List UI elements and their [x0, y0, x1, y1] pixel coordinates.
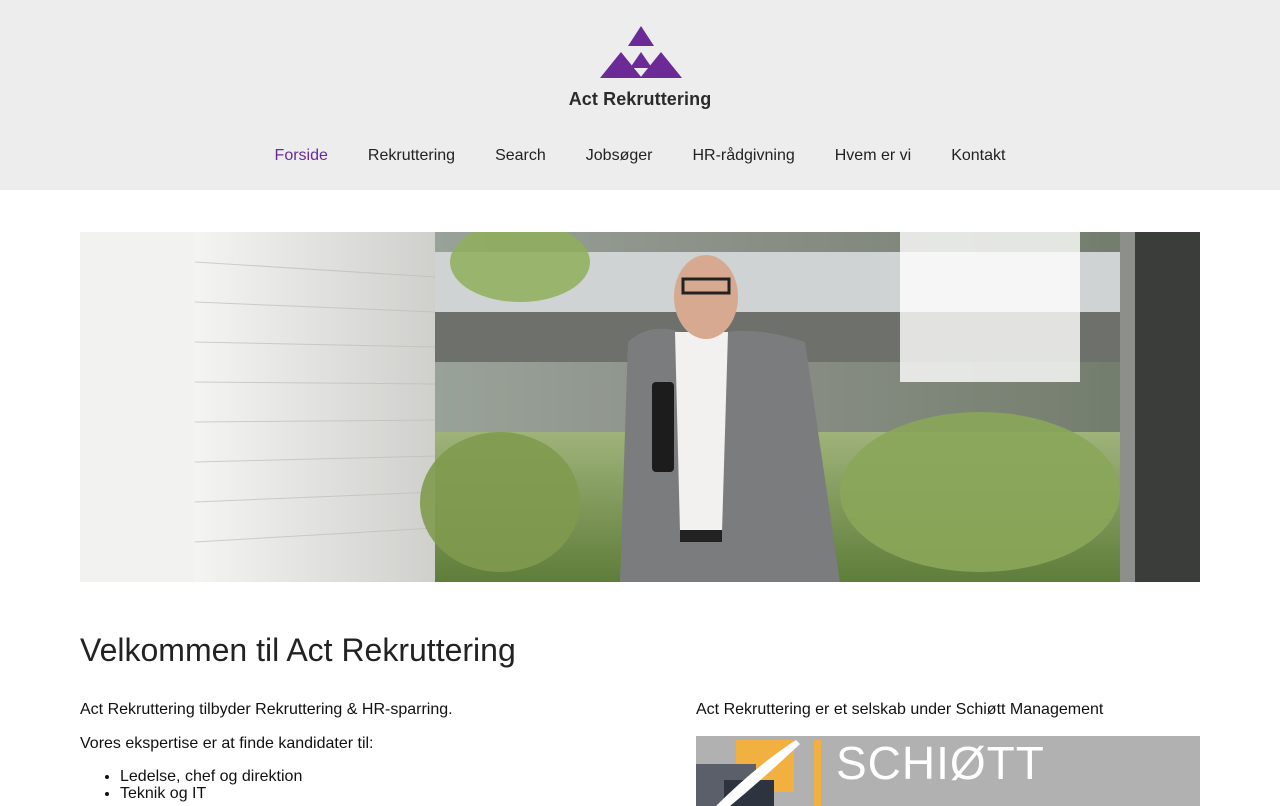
expertise-list: Ledelse, chef og direktion Teknik og IT	[120, 768, 640, 802]
schiott-wordmark: SCHIØTT	[836, 737, 1045, 789]
expertise-heading: Vores ekspertise er at finde kandidater …	[80, 735, 374, 752]
logo-wordmark: Act Rekruttering	[568, 89, 712, 109]
list-item: Ledelse, chef og direktion	[120, 768, 640, 785]
intro-column: Act Rekruttering tilbyder Rekruttering &…	[80, 700, 640, 802]
nav-item-rekruttering[interactable]: Rekruttering	[348, 146, 475, 166]
nav-item-jobsoger[interactable]: Jobsøger	[566, 146, 673, 166]
nav-item-search[interactable]: Search	[475, 146, 566, 166]
page-title: Velkommen til Act Rekruttering	[80, 632, 516, 668]
list-item: Teknik og IT	[120, 785, 640, 802]
triangles-logo-icon	[600, 26, 682, 78]
nav-item-forside[interactable]: Forside	[255, 146, 348, 166]
parent-company-text: Act Rekruttering er et selskab under Sch…	[696, 701, 1104, 718]
nav-item-hvem-er-vi[interactable]: Hvem er vi	[815, 146, 931, 166]
site-header: Act Rekruttering Forside Rekruttering Se…	[0, 0, 1280, 190]
nav-item-hr-radgivning[interactable]: HR-rådgivning	[672, 146, 814, 166]
main-nav: Forside Rekruttering Search Jobsøger HR-…	[0, 146, 1280, 166]
parent-company-column: Act Rekruttering er et selskab under Sch…	[696, 700, 1200, 806]
hero-photo	[80, 232, 1200, 582]
schiott-logo-link[interactable]: SCHIØTT	[696, 736, 1200, 806]
home-logo-link[interactable]: Act Rekruttering	[566, 26, 714, 112]
intro-text: Act Rekruttering tilbyder Rekruttering &…	[80, 701, 453, 718]
nav-item-kontakt[interactable]: Kontakt	[931, 146, 1025, 166]
hero-image	[80, 232, 1200, 582]
